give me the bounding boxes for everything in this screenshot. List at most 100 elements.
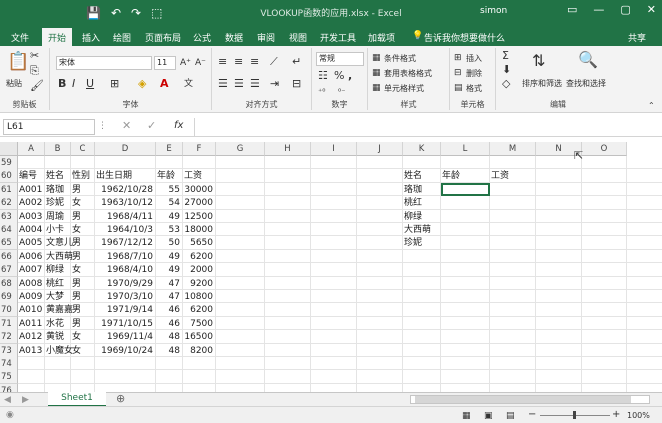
tab-draw[interactable]: 绘图 bbox=[113, 31, 131, 44]
data-cell[interactable]: 1962/10/28 bbox=[96, 183, 155, 197]
data-cell[interactable]: A004 bbox=[19, 223, 44, 237]
page-layout-view-icon[interactable]: ▣ bbox=[484, 410, 493, 422]
column-header-c[interactable]: C bbox=[71, 142, 95, 156]
data-cell[interactable]: A005 bbox=[19, 236, 44, 250]
delete-cells-button[interactable]: 删除 bbox=[466, 68, 482, 79]
header-cell-birth[interactable]: 出生日期 bbox=[96, 169, 155, 183]
format-cells-button[interactable]: 格式 bbox=[466, 83, 482, 94]
close-icon[interactable]: ✕ bbox=[647, 3, 656, 16]
fill-icon[interactable]: ⬇ bbox=[502, 64, 511, 76]
font-size-select[interactable]: 11 bbox=[154, 56, 176, 70]
percent-icon[interactable]: % bbox=[334, 70, 344, 82]
data-cell[interactable]: 女 bbox=[72, 196, 94, 210]
row-header[interactable]: 63 bbox=[0, 209, 18, 224]
merge-center-icon[interactable]: ⊟ bbox=[292, 78, 301, 90]
row-header[interactable]: 65 bbox=[0, 236, 18, 251]
lookup-header-cell[interactable]: 姓名 bbox=[404, 169, 440, 183]
data-cell[interactable]: 水花 bbox=[46, 317, 70, 331]
data-cell[interactable]: A008 bbox=[19, 277, 44, 291]
data-cell[interactable]: 1968/4/10 bbox=[96, 263, 155, 277]
data-cell[interactable]: 54 bbox=[157, 196, 182, 210]
data-cell[interactable]: A002 bbox=[19, 196, 44, 210]
data-cell[interactable]: 桃红 bbox=[46, 277, 70, 291]
data-cell[interactable]: 大梦 bbox=[46, 290, 70, 304]
align-center-icon[interactable]: ☰ bbox=[234, 78, 244, 90]
zoom-slider-thumb[interactable] bbox=[573, 411, 576, 419]
column-header-h[interactable]: H bbox=[265, 142, 311, 156]
data-cell[interactable]: 1970/3/10 bbox=[96, 290, 155, 304]
row-header[interactable]: 59 bbox=[0, 156, 18, 170]
data-cell[interactable]: 女 bbox=[72, 344, 94, 358]
column-header-o[interactable]: O bbox=[582, 142, 627, 156]
wrap-text-icon[interactable]: ↵ bbox=[292, 56, 301, 68]
header-cell-salary[interactable]: 工资 bbox=[184, 169, 215, 183]
page-break-view-icon[interactable]: ▤ bbox=[506, 410, 515, 422]
border-icon[interactable]: ⊞ bbox=[110, 78, 119, 90]
data-cell[interactable]: 男 bbox=[72, 210, 94, 224]
tab-home[interactable]: 开始 bbox=[42, 28, 73, 46]
column-header-g[interactable]: G bbox=[216, 142, 265, 156]
data-cell[interactable]: 男 bbox=[72, 183, 94, 197]
lookup-header-cell[interactable]: 年龄 bbox=[442, 169, 489, 183]
data-cell[interactable]: 1969/10/24 bbox=[96, 344, 155, 358]
zoom-level[interactable]: 100% bbox=[627, 411, 650, 420]
data-cell[interactable]: 男 bbox=[72, 236, 94, 250]
data-cell[interactable]: 小魔女 bbox=[46, 344, 73, 358]
lookup-name-cell[interactable]: 柳绿 bbox=[404, 210, 440, 224]
bold-icon[interactable]: B bbox=[58, 78, 66, 90]
select-all-corner[interactable] bbox=[0, 142, 18, 156]
formula-input[interactable] bbox=[194, 118, 660, 136]
data-cell[interactable]: 6200 bbox=[184, 250, 215, 264]
find-select-button[interactable]: 查找和选择 bbox=[566, 78, 606, 89]
data-cell[interactable]: 男 bbox=[72, 303, 94, 317]
worksheet-grid[interactable]: A B C D E F G H I J K L M N O 59 60 61 62 63 64 65 66 67 68 69 70 7… bbox=[0, 142, 662, 392]
horizontal-scrollbar[interactable] bbox=[410, 395, 650, 404]
header-cell-age[interactable]: 年龄 bbox=[157, 169, 182, 183]
number-format-select[interactable]: 常规 bbox=[316, 52, 364, 66]
data-cell[interactable]: A010 bbox=[19, 303, 44, 317]
data-cell[interactable]: A011 bbox=[19, 317, 44, 331]
data-cell[interactable]: A006 bbox=[19, 250, 44, 264]
data-cell[interactable]: 女 bbox=[72, 330, 94, 344]
column-header-b[interactable]: B bbox=[45, 142, 71, 156]
tab-insert[interactable]: 插入 bbox=[82, 31, 100, 44]
header-cell-gender[interactable]: 性别 bbox=[72, 169, 94, 183]
data-cell[interactable]: 6200 bbox=[184, 303, 215, 317]
data-cell[interactable]: 55 bbox=[157, 183, 182, 197]
column-header-i[interactable]: I bbox=[311, 142, 357, 156]
data-cell[interactable]: 48 bbox=[157, 344, 182, 358]
ribbon-display-icon[interactable]: ▭ bbox=[567, 3, 577, 16]
data-cell[interactable]: 2000 bbox=[184, 263, 215, 277]
lookup-name-cell[interactable]: 大西萌 bbox=[404, 223, 440, 237]
italic-icon[interactable]: I bbox=[72, 78, 75, 90]
data-cell[interactable]: A012 bbox=[19, 330, 44, 344]
data-cell[interactable]: 小卡 bbox=[46, 223, 70, 237]
maximize-icon[interactable]: ▢ bbox=[620, 3, 630, 16]
data-cell[interactable]: 1967/12/12 bbox=[96, 236, 155, 250]
column-header-f[interactable]: F bbox=[183, 142, 216, 156]
data-cell[interactable]: A003 bbox=[19, 210, 44, 224]
font-grow-icon[interactable]: A⁺ bbox=[180, 57, 191, 69]
tell-me-box[interactable]: 告诉我你想要做什么 bbox=[424, 31, 505, 44]
data-cell[interactable]: A007 bbox=[19, 263, 44, 277]
data-cell[interactable]: 男 bbox=[72, 290, 94, 304]
paste-icon[interactable]: 📋 bbox=[7, 52, 29, 72]
tab-file[interactable]: 文件 bbox=[11, 31, 29, 44]
data-cell[interactable]: 10800 bbox=[184, 290, 215, 304]
column-header-j[interactable]: J bbox=[357, 142, 403, 156]
autosum-icon[interactable]: Σ bbox=[502, 50, 509, 62]
orientation-icon[interactable]: ⟋ bbox=[270, 56, 278, 68]
data-cell[interactable]: 男 bbox=[72, 250, 94, 264]
name-box[interactable]: L61 bbox=[3, 119, 95, 135]
data-cell[interactable]: 16500 bbox=[184, 330, 215, 344]
data-cell[interactable]: 1968/4/11 bbox=[96, 210, 155, 224]
row-header[interactable]: 66 bbox=[0, 249, 18, 264]
row-header[interactable]: 71 bbox=[0, 316, 18, 331]
font-color-icon[interactable]: A bbox=[160, 78, 169, 90]
scroll-left-icon[interactable]: ◀ bbox=[4, 394, 11, 406]
collapse-ribbon-icon[interactable]: ⌃ bbox=[648, 100, 655, 112]
row-header[interactable]: 76 bbox=[0, 383, 18, 392]
lookup-header-cell[interactable]: 工资 bbox=[491, 169, 535, 183]
lookup-name-cell[interactable]: 珞珈 bbox=[404, 183, 440, 197]
column-header-e[interactable]: E bbox=[156, 142, 183, 156]
